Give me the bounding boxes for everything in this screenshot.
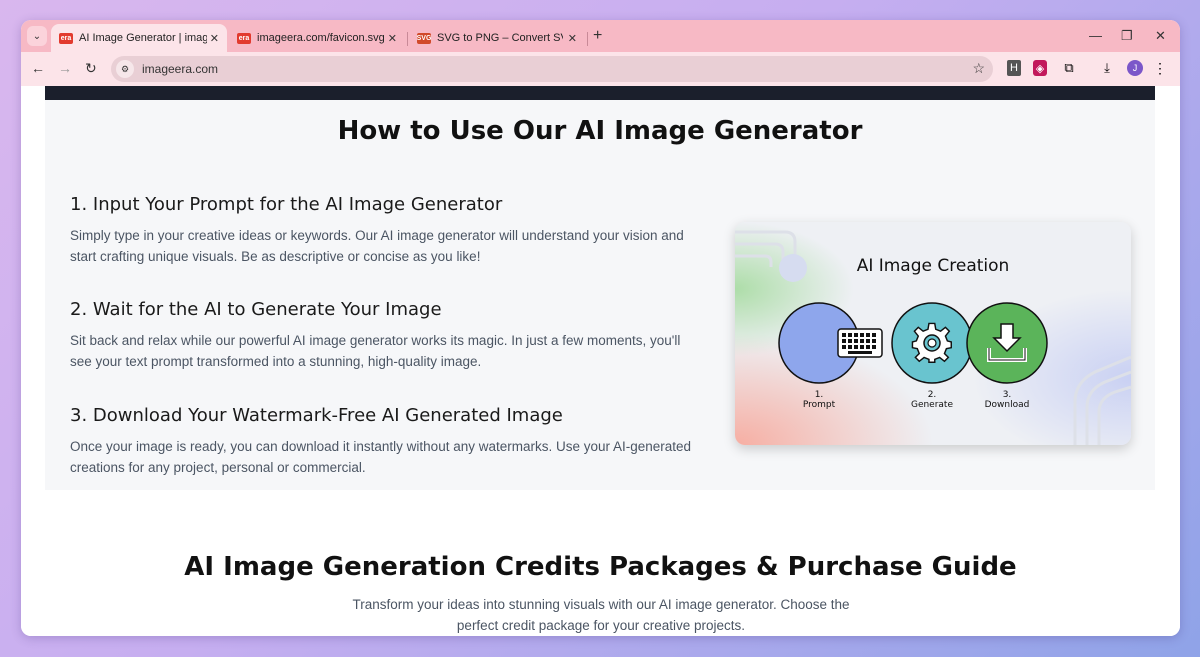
close-icon: ✕ <box>1155 28 1166 43</box>
tab-favicon: SVG <box>416 32 432 44</box>
tab-favicon-svg[interactable]: era imageera.com/favicon.svg ✕ <box>229 24 405 52</box>
credits-section-title: AI Image Generation Credits Packages & P… <box>184 552 1017 582</box>
tab-title: AI Image Generator | imageera <box>79 32 207 44</box>
back-button[interactable]: ← <box>31 60 45 76</box>
dark-header-bar <box>45 86 1155 100</box>
browser-toolbar: ← → ↻ ⚙ imageera.com ☆ H ◈ ⧉ ⤓ J ⋮ <box>21 52 1180 86</box>
browser-window: ⌄ era AI Image Generator | imageera ✕ er… <box>21 20 1180 636</box>
restore-button[interactable]: ❐ <box>1121 28 1133 44</box>
minimize-icon: — <box>1089 28 1102 43</box>
reload-icon: ↻ <box>85 60 97 76</box>
circle-1-label: Prompt <box>802 400 836 410</box>
extension-h-label: H <box>1010 62 1018 74</box>
tab-strip: ⌄ era AI Image Generator | imageera ✕ er… <box>21 20 1180 52</box>
plus-icon: + <box>593 27 603 44</box>
step-3-heading: 3. Download Your Watermark-Free AI Gener… <box>70 405 563 426</box>
step-2-heading: 2. Wait for the AI to Generate Your Imag… <box>70 299 442 320</box>
tab-separator <box>587 32 588 46</box>
tab-favicon: era <box>237 32 251 44</box>
address-bar[interactable]: ⚙ imageera.com ☆ <box>111 56 993 82</box>
section-title: How to Use Our AI Image Generator <box>337 116 863 146</box>
step-3-text: Once your image is ready, you can downlo… <box>70 439 692 475</box>
tab-svg-to-png[interactable]: SVG SVG to PNG – Convert SVG files ✕ <box>409 24 585 52</box>
tab-title: imageera.com/favicon.svg <box>257 32 385 44</box>
forward-button[interactable]: → <box>58 60 72 76</box>
reload-button[interactable]: ↻ <box>85 60 97 77</box>
credits-section-subtitle: Transform your ideas into stunning visua… <box>352 597 850 633</box>
bookmark-star-icon[interactable]: ☆ <box>972 60 985 77</box>
circle-2-label: Generate <box>910 400 954 410</box>
minimize-button[interactable]: — <box>1089 28 1102 43</box>
close-icon[interactable]: ✕ <box>210 32 219 45</box>
ublock-icon[interactable]: ◈ <box>1033 60 1047 76</box>
extensions-puzzle-icon[interactable]: ⧉ <box>1061 60 1077 76</box>
tab-search-button[interactable]: ⌄ <box>27 26 47 46</box>
address-url: imageera.com <box>142 62 219 76</box>
close-icon[interactable]: ✕ <box>388 32 397 45</box>
close-window-button[interactable]: ✕ <box>1155 28 1166 44</box>
close-icon[interactable]: ✕ <box>568 32 577 45</box>
chevron-down-icon: ⌄ <box>32 30 42 42</box>
profile-avatar[interactable]: J <box>1127 60 1143 76</box>
step-2-text: Sit back and relax while our powerful AI… <box>70 333 681 369</box>
download-icon <box>987 323 1027 362</box>
site-info-icon[interactable]: ⚙ <box>116 60 134 78</box>
how-to-section: How to Use Our AI Image Generator 1. Inp… <box>45 100 1155 490</box>
illustration-title: AI Image Creation <box>856 256 1010 276</box>
step-1-heading: 1. Input Your Prompt for the AI Image Ge… <box>70 194 503 215</box>
tab-favicon: era <box>59 32 73 44</box>
more-menu-icon[interactable]: ⋮ <box>1153 60 1167 76</box>
arrow-left-icon: ← <box>31 60 45 76</box>
ai-image-creation-illustration: AI Image Creation 1. Prompt 2. Generate … <box>735 222 1131 445</box>
tab-separator <box>407 32 408 46</box>
page-viewport: How to Use Our AI Image Generator 1. Inp… <box>21 86 1180 636</box>
tab-ai-image-generator[interactable]: era AI Image Generator | imageera ✕ <box>51 24 227 52</box>
arrow-right-icon: → <box>58 60 72 76</box>
gear-icon <box>911 322 952 363</box>
extension-h-button[interactable]: H <box>1007 60 1021 76</box>
restore-icon: ❐ <box>1121 28 1133 43</box>
keyboard-icon <box>837 328 883 358</box>
step-1-text: Simply type in your creative ideas or ke… <box>70 228 684 264</box>
new-tab-button[interactable]: + <box>593 27 602 45</box>
downloads-icon[interactable]: ⤓ <box>1099 60 1115 76</box>
tab-title: SVG to PNG – Convert SVG files <box>437 32 563 44</box>
circle-3-label: Download <box>984 400 1030 410</box>
